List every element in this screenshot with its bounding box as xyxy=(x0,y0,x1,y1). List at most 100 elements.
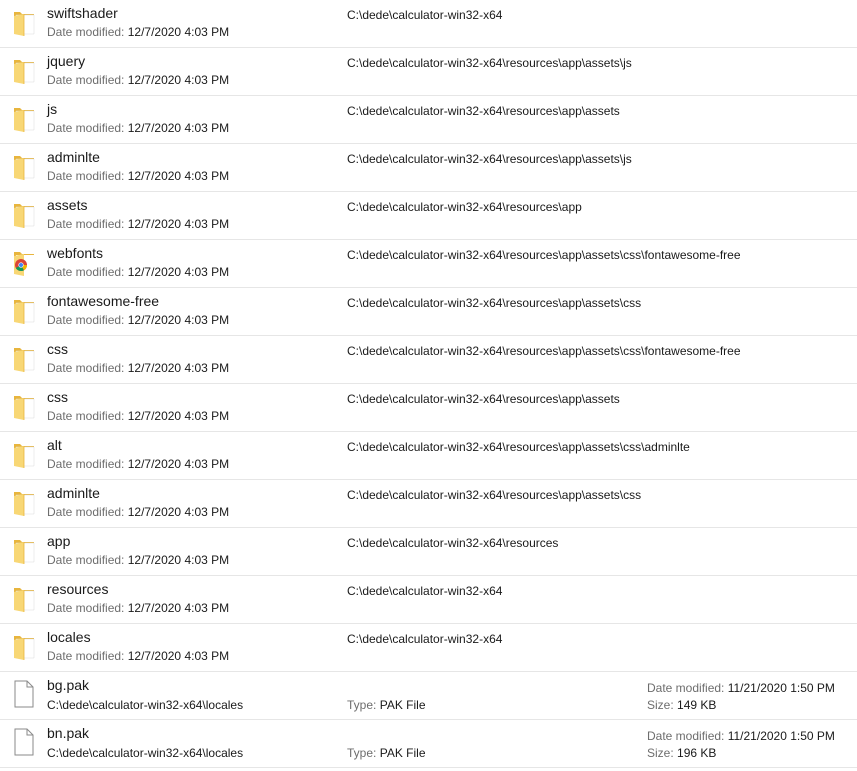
folder-icon xyxy=(12,54,36,86)
date-modified-value: 12/7/2020 4:03 PM xyxy=(127,313,230,327)
file-type: Type: PAK File xyxy=(347,746,426,760)
folder-name: adminlte xyxy=(47,149,100,165)
folder-path: C:\dede\calculator-win32-x64\resources\a… xyxy=(347,200,582,214)
date-modified: Date modified: 12/7/2020 4:03 PM xyxy=(47,601,229,615)
file-size-label: Size: xyxy=(647,746,674,760)
folder-name: swiftshader xyxy=(47,5,118,21)
file-date-modified: Date modified: 11/21/2020 1:50 PM xyxy=(647,681,835,695)
date-modified: Date modified: 12/7/2020 4:03 PM xyxy=(47,73,229,87)
date-modified: Date modified: 12/7/2020 4:03 PM xyxy=(47,121,229,135)
folder-path: C:\dede\calculator-win32-x64 xyxy=(347,584,503,598)
date-modified-label: Date modified: xyxy=(47,25,125,39)
file-type: Type: PAK File xyxy=(347,698,426,712)
folder-row[interactable]: resources Date modified: 12/7/2020 4:03 P… xyxy=(0,576,857,624)
folder-row[interactable]: locales Date modified: 12/7/2020 4:03 PM C… xyxy=(0,624,857,672)
folder-path: C:\dede\calculator-win32-x64\resources\a… xyxy=(347,344,741,358)
date-modified-value: 12/7/2020 4:03 PM xyxy=(127,553,230,567)
folder-icon xyxy=(12,6,36,38)
folder-name: jquery xyxy=(47,53,86,69)
folder-name: fontawesome-free xyxy=(47,293,160,309)
date-modified-value: 12/7/2020 4:03 PM xyxy=(127,601,230,615)
folder-path: C:\dede\calculator-win32-x64\resources\a… xyxy=(347,56,632,70)
folder-row[interactable]: css Date modified: 12/7/2020 4:03 PM C:\de… xyxy=(0,336,857,384)
date-modified-label: Date modified: xyxy=(647,729,725,743)
file-row[interactable]: bg.pak C:\dede\calculator-win32-x64\local… xyxy=(0,672,857,720)
date-modified-label: Date modified: xyxy=(47,361,125,375)
date-modified: Date modified: 12/7/2020 4:03 PM xyxy=(47,505,229,519)
folder-path: C:\dede\calculator-win32-x64 xyxy=(347,8,503,22)
folder-row[interactable]: assets Date modified: 12/7/2020 4:03 PM C:… xyxy=(0,192,857,240)
folder-path: C:\dede\calculator-win32-x64\resources\a… xyxy=(347,296,642,310)
date-modified-label: Date modified: xyxy=(47,649,125,663)
date-modified-value: 12/7/2020 4:03 PM xyxy=(127,25,230,39)
folder-name: css xyxy=(47,389,68,405)
file-size-value: 149 KB xyxy=(677,698,717,712)
folder-icon xyxy=(12,630,36,662)
date-modified-value: 12/7/2020 4:03 PM xyxy=(127,505,230,519)
file-size: Size: 196 KB xyxy=(647,746,716,760)
folder-row[interactable]: css Date modified: 12/7/2020 4:03 PM C:\de… xyxy=(0,384,857,432)
folder-path: C:\dede\calculator-win32-x64\resources\a… xyxy=(347,152,632,166)
folder-row[interactable]: swiftshader Date modified: 12/7/2020 4:03… xyxy=(0,0,857,48)
date-modified-value: 12/7/2020 4:03 PM xyxy=(127,361,230,375)
date-modified-label: Date modified: xyxy=(47,601,125,615)
folder-icon xyxy=(12,294,36,326)
folder-name: resources xyxy=(47,581,109,597)
date-modified: Date modified: 12/7/2020 4:03 PM xyxy=(47,313,229,327)
folder-icon xyxy=(12,438,36,470)
file-row[interactable]: bn.pak C:\dede\calculator-win32-x64\local… xyxy=(0,720,857,768)
folder-icon xyxy=(12,342,36,374)
folder-name: css xyxy=(47,341,68,357)
date-modified: Date modified: 12/7/2020 4:03 PM xyxy=(47,217,229,231)
date-modified: Date modified: 12/7/2020 4:03 PM xyxy=(47,265,229,279)
folder-icon xyxy=(12,486,36,518)
date-modified: Date modified: 12/7/2020 4:03 PM xyxy=(47,457,229,471)
date-modified: Date modified: 12/7/2020 4:03 PM xyxy=(47,553,229,567)
date-modified: Date modified: 12/7/2020 4:03 PM xyxy=(47,649,229,663)
folder-name: adminlte xyxy=(47,485,100,501)
date-modified-label: Date modified: xyxy=(47,217,125,231)
file-name: bn.pak xyxy=(47,725,90,741)
folder-path: C:\dede\calculator-win32-x64\resources xyxy=(347,536,559,550)
date-modified-value: 12/7/2020 4:03 PM xyxy=(127,649,230,663)
file-size-label: Size: xyxy=(647,698,674,712)
file-size: Size: 149 KB xyxy=(647,698,716,712)
file-size-value: 196 KB xyxy=(677,746,717,760)
folder-icon xyxy=(12,534,36,566)
file-date-modified: Date modified: 11/21/2020 1:50 PM xyxy=(647,729,835,743)
date-modified-label: Date modified: xyxy=(47,265,125,279)
date-modified-label: Date modified: xyxy=(47,553,125,567)
date-modified-label: Date modified: xyxy=(47,409,125,423)
folder-row[interactable]: js Date modified: 12/7/2020 4:03 PM C:\ded… xyxy=(0,96,857,144)
folder-name: assets xyxy=(47,197,88,213)
folder-row[interactable]: fontawesome-free Date modified: 12/7/2020… xyxy=(0,288,857,336)
file-type-value: PAK File xyxy=(379,698,426,712)
folder-path: C:\dede\calculator-win32-x64\resources\a… xyxy=(347,440,690,454)
folder-row[interactable]: adminlte Date modified: 12/7/2020 4:03 PM… xyxy=(0,144,857,192)
folder-row[interactable]: alt Date modified: 12/7/2020 4:03 PM C:\de… xyxy=(0,432,857,480)
date-modified-label: Date modified: xyxy=(647,681,725,695)
date-modified-value: 12/7/2020 4:03 PM xyxy=(127,457,230,471)
date-modified-label: Date modified: xyxy=(47,121,125,135)
file-name: bg.pak xyxy=(47,677,90,693)
folder-name: app xyxy=(47,533,71,549)
folder-row[interactable]: adminlte Date modified: 12/7/2020 4:03 PM… xyxy=(0,480,857,528)
date-modified-value: 12/7/2020 4:03 PM xyxy=(127,121,230,135)
folder-name: locales xyxy=(47,629,91,645)
date-modified: Date modified: 12/7/2020 4:03 PM xyxy=(47,409,229,423)
date-modified-label: Date modified: xyxy=(47,73,125,87)
folder-icon xyxy=(12,102,36,134)
date-modified-value: 12/7/2020 4:03 PM xyxy=(127,169,230,183)
folder-icon xyxy=(12,390,36,422)
date-modified-value: 12/7/2020 4:03 PM xyxy=(127,217,230,231)
folder-row[interactable]: webfonts Date modified: 12/7/2020 4:03 PM… xyxy=(0,240,857,288)
folder-name: alt xyxy=(47,437,62,453)
folder-row[interactable]: jquery Date modified: 12/7/2020 4:03 PM C:… xyxy=(0,48,857,96)
file-type-value: PAK File xyxy=(379,746,426,760)
file-path: C:\dede\calculator-win32-x64\locales xyxy=(47,698,244,712)
date-modified-value: 11/21/2020 1:50 PM xyxy=(727,729,835,743)
date-modified: Date modified: 12/7/2020 4:03 PM xyxy=(47,169,229,183)
folder-path: C:\dede\calculator-win32-x64\resources\a… xyxy=(347,488,642,502)
folder-row[interactable]: app Date modified: 12/7/2020 4:03 PM C:\de… xyxy=(0,528,857,576)
date-modified-value: 12/7/2020 4:03 PM xyxy=(127,265,230,279)
